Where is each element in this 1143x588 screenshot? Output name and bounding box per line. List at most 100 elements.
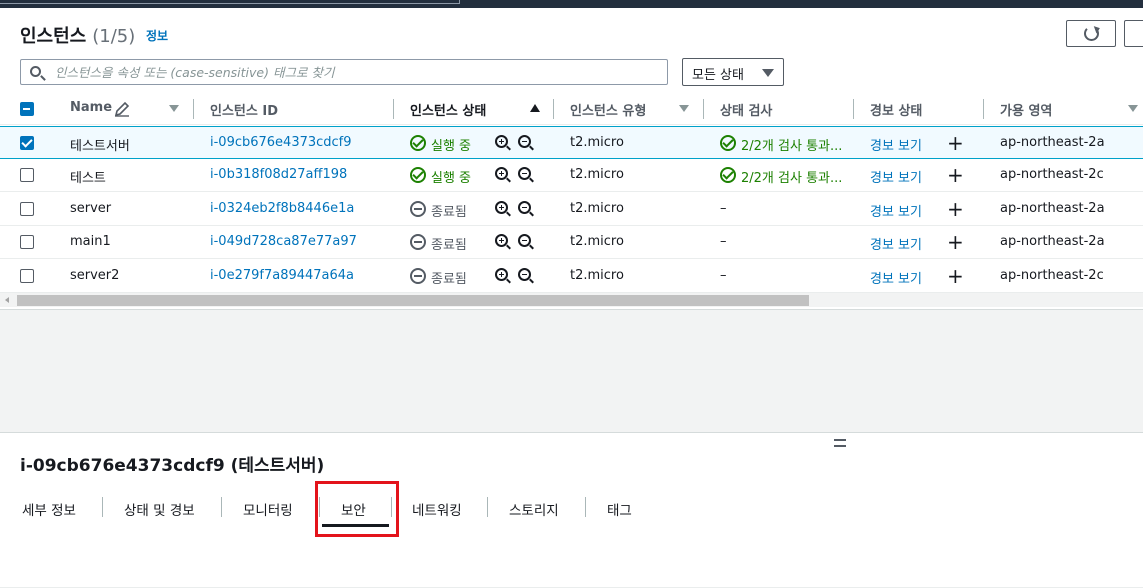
instance-id-link[interactable]: i-09cb676e4373cdcf9 [210, 135, 352, 150]
availability-zone: ap-northeast-2a [1000, 135, 1105, 150]
instance-state-filter[interactable]: 모든 상태 [682, 58, 784, 86]
tab-divider [102, 497, 103, 517]
row-checkbox[interactable] [20, 168, 34, 182]
instance-type: t2.micro [570, 135, 624, 150]
info-link[interactable]: 정보 [146, 27, 168, 44]
view-alarms-link[interactable]: 경보 보기 [870, 167, 922, 186]
add-alarm-icon[interactable]: + [947, 133, 964, 153]
resize-handle-icon[interactable] [834, 439, 846, 447]
instance-name: server [70, 201, 112, 216]
connect-button[interactable] [1124, 20, 1143, 47]
tab-details[interactable]: 세부 정보 [22, 499, 76, 519]
zoom-in-icon[interactable] [495, 135, 511, 151]
tab-divider [487, 497, 488, 517]
instance-type: t2.micro [570, 234, 624, 249]
row-checkbox[interactable] [20, 235, 34, 249]
check-circle-icon [720, 135, 736, 151]
instance-id-link[interactable]: i-0b318f08d27aff198 [210, 167, 347, 182]
column-header-name[interactable]: Name [70, 100, 112, 115]
sort-icon[interactable] [1128, 105, 1138, 112]
instance-name: server2 [70, 268, 120, 283]
column-header-alarm-status[interactable]: 경보 상태 [870, 100, 922, 119]
tab-status-and-alarms[interactable]: 상태 및 경보 [124, 499, 195, 519]
column-divider [553, 99, 554, 119]
table-row[interactable]: 테스트 i-0b318f08d27aff198 실행 중 t2.micro 2/… [0, 159, 1143, 192]
search-box[interactable] [20, 59, 668, 85]
instance-id-link[interactable]: i-0e279f7a89447a64a [210, 268, 354, 283]
column-header-instance-state[interactable]: 인스턴스 상태 [410, 100, 486, 119]
add-alarm-icon[interactable]: + [947, 199, 964, 219]
column-divider [393, 99, 394, 119]
stopped-circle-icon [410, 268, 426, 284]
zoom-in-icon[interactable] [495, 167, 511, 183]
table-row[interactable]: main1 i-049d728ca87e77a97 종료됨 t2.micro –… [0, 226, 1143, 259]
column-divider [703, 99, 704, 119]
zoom-in-icon[interactable] [495, 268, 511, 284]
instance-state: 실행 중 [431, 171, 472, 186]
page-title-text: 인스턴스 [20, 26, 87, 47]
sort-ascending-icon[interactable] [530, 104, 540, 112]
edit-icon[interactable] [114, 101, 130, 117]
detail-title: i-09cb676e4373cdcf9 (테스트서버) [20, 456, 325, 476]
column-header-status-check[interactable]: 상태 검사 [720, 100, 772, 119]
column-divider [193, 99, 194, 119]
caret-down-icon [762, 69, 774, 77]
check-circle-icon [410, 135, 426, 151]
instance-state: 종료됨 [431, 272, 467, 287]
row-checkbox[interactable] [20, 136, 34, 150]
table-row[interactable]: 테스트서버 i-09cb676e4373cdcf9 실행 중 t2.micro … [0, 126, 1143, 159]
instance-state: 실행 중 [431, 139, 472, 154]
status-check: – [720, 268, 727, 283]
view-alarms-link[interactable]: 경보 보기 [870, 201, 922, 220]
instance-id-link[interactable]: i-049d728ca87e77a97 [210, 234, 357, 249]
instance-type: t2.micro [570, 268, 624, 283]
zoom-out-icon[interactable] [518, 135, 534, 151]
check-circle-icon [410, 167, 426, 183]
table-row[interactable]: server2 i-0e279f7a89447a64a 종료됨 t2.micro… [0, 260, 1143, 293]
page-title: 인스턴스 (1/5) [20, 22, 135, 48]
search-icon [30, 66, 41, 77]
add-alarm-icon[interactable]: + [947, 266, 964, 286]
column-header-availability-zone[interactable]: 가용 영역 [1000, 100, 1052, 119]
sort-icon[interactable] [679, 105, 689, 112]
sort-icon[interactable] [169, 105, 179, 112]
status-check: 2/2개 검사 통과... [741, 171, 843, 186]
availability-zone: ap-northeast-2a [1000, 234, 1105, 249]
check-circle-icon [720, 167, 736, 183]
zoom-in-icon[interactable] [495, 201, 511, 217]
zoom-in-icon[interactable] [495, 234, 511, 250]
stopped-circle-icon [410, 234, 426, 250]
tab-storage[interactable]: 스토리지 [509, 499, 559, 519]
zoom-out-icon[interactable] [518, 201, 534, 217]
row-checkbox[interactable] [20, 202, 34, 216]
availability-zone: ap-northeast-2a [1000, 201, 1105, 216]
instance-state: 종료됨 [431, 238, 467, 253]
table-row[interactable]: server i-0324eb2f8b8446e1a 종료됨 t2.micro … [0, 193, 1143, 226]
select-all-checkbox[interactable] [20, 102, 34, 116]
column-header-instance-type[interactable]: 인스턴스 유형 [570, 100, 646, 119]
detail-tabs: 세부 정보 상태 및 경보 모니터링 보안 네트워킹 스토리지 태그 [0, 493, 1143, 588]
top-navigation-bar [0, 0, 1143, 8]
tab-tags[interactable]: 태그 [607, 499, 632, 519]
zoom-out-icon[interactable] [518, 268, 534, 284]
horizontal-scrollbar[interactable] [0, 293, 1143, 307]
highlight-box [315, 481, 399, 537]
zoom-out-icon[interactable] [518, 167, 534, 183]
view-alarms-link[interactable]: 경보 보기 [870, 135, 922, 154]
column-header-instance-id[interactable]: 인스턴스 ID [210, 100, 278, 119]
scrollbar-thumb[interactable] [17, 295, 809, 306]
tab-monitoring[interactable]: 모니터링 [243, 499, 293, 519]
refresh-button[interactable] [1066, 20, 1116, 47]
zoom-out-icon[interactable] [518, 234, 534, 250]
view-alarms-link[interactable]: 경보 보기 [870, 234, 922, 253]
row-checkbox[interactable] [20, 269, 34, 283]
instance-type: t2.micro [570, 167, 624, 182]
instance-id-link[interactable]: i-0324eb2f8b8446e1a [210, 201, 354, 216]
search-input[interactable] [55, 63, 655, 81]
add-alarm-icon[interactable]: + [947, 232, 964, 252]
view-alarms-link[interactable]: 경보 보기 [870, 268, 922, 287]
tab-divider [585, 497, 586, 517]
add-alarm-icon[interactable]: + [947, 165, 964, 185]
scroll-left-arrow-icon[interactable] [5, 297, 9, 303]
tab-networking[interactable]: 네트워킹 [412, 499, 462, 519]
